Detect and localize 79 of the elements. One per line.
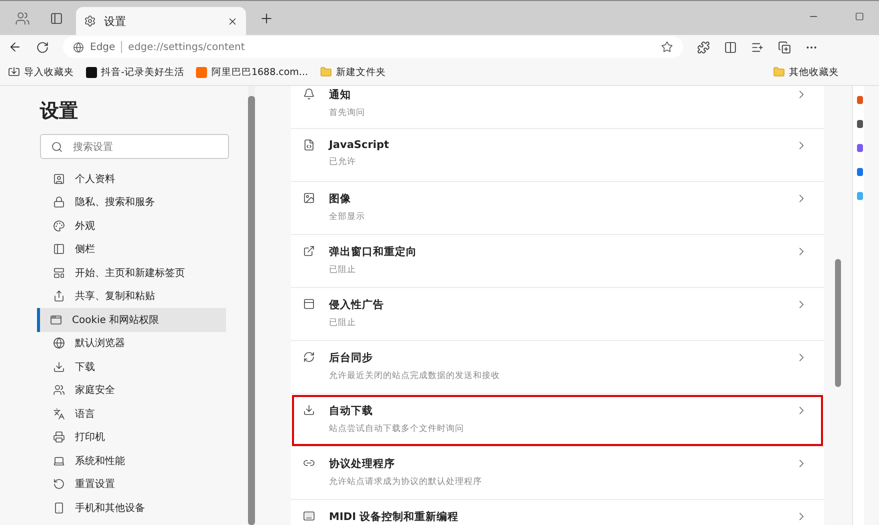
sidebar-item[interactable]: 默认浏览器 [40,332,229,355]
settings-heading: 设置 [40,99,79,124]
favorite-link[interactable]: 阿里巴巴1688.com... [211,66,308,78]
link-icon [303,457,315,469]
sync-icon [303,351,315,363]
phone-icon [53,502,65,514]
favorite-star-icon [661,41,673,53]
permission-row[interactable]: 图像 全部显示 [291,182,824,235]
laptop-icon [53,454,65,467]
lock-icon [53,196,65,208]
sidebar-item[interactable]: 个人资料 [40,167,229,190]
language-icon [53,408,65,420]
printer-icon [53,431,65,444]
window-icon [50,314,62,326]
favorites-icon [751,40,764,54]
sidebar-item[interactable]: 外观 [40,214,229,238]
globe-icon [53,337,65,350]
permission-row[interactable]: 后台同步 允许最近关闭的站点完成数据的发送和接收 [291,341,824,394]
code-file-icon [303,139,315,151]
url-text: edge://settings/content [128,42,246,52]
profile-icon [14,10,30,26]
split-screen-icon [724,40,737,54]
sidebar-item[interactable]: 侧栏 [40,238,229,261]
download-icon [53,360,65,373]
sidebar-item[interactable]: 开始、主页和新建标签页 [40,261,229,284]
people-icon [53,384,65,396]
sidebar-item[interactable]: 打印机 [40,426,229,449]
sidebar-item[interactable]: 系统和性能 [40,449,229,472]
search-icon [51,140,63,152]
maximize-icon [854,12,864,20]
scrollbar-thumb[interactable] [835,259,841,387]
collections-icon [778,40,791,54]
external-link-icon [303,245,315,257]
permission-row[interactable]: 自动下载 站点尝试自动下载多个文件时询问 [291,394,824,447]
reset-icon [53,478,65,490]
panel-icon [53,243,65,256]
permission-row[interactable]: 弹出窗口和重定向 已阻止 [291,235,824,288]
profile-icon [53,172,65,185]
extensions-icon [697,40,710,54]
permission-row[interactable]: JavaScript 已允许 [291,129,824,182]
back-icon [8,40,22,54]
palette-icon [53,220,65,232]
permission-row[interactable]: 协议处理程序 允许站点请求成为协议的默认处理程序 [291,447,824,500]
keyboard-icon [303,510,315,522]
share-icon [53,290,65,302]
search-field[interactable]: 搜索设置 [40,134,229,159]
sidebar-item[interactable]: 手机和其他设备 [40,496,229,520]
scrollbar-thumb[interactable] [248,96,255,525]
permission-row[interactable]: MIDI 设备控制和重新编程 [291,500,824,525]
new-tab-icon [258,10,274,26]
download-icon [303,404,315,416]
site-label: Edge [90,42,116,52]
import-icon [8,66,20,78]
sidebar-item[interactable]: 家庭安全 [40,378,229,402]
layout-icon [53,266,65,279]
tab-actions-icon [50,12,62,24]
favorite-link[interactable]: 新建文件夹 [336,66,386,78]
favorite-folder[interactable]: 其他收藏夹 [789,66,839,78]
address-bar[interactable]: Edge edge://settings/content [63,36,683,58]
sidebar-item[interactable]: 共享、复制和粘贴 [40,284,229,308]
settings-icon [84,15,96,27]
sidebar-item[interactable]: 下载 [40,355,229,378]
close-icon [227,16,238,26]
folder-icon [773,66,785,78]
window-icon [303,298,315,310]
tab-title: 设置 [104,14,127,28]
sidebar-item[interactable]: 隐私、搜索和服务 [40,190,229,214]
image-icon [303,192,315,204]
sidebar-item[interactable]: 语言 [40,402,229,426]
browser-tab[interactable]: 设置 [76,7,246,35]
bell-icon [303,88,315,100]
folder-icon [320,66,332,78]
sidebar-item[interactable]: Cookie 和网站权限 [37,308,226,332]
permission-row[interactable]: 通知 首先询问 [291,86,824,129]
favorite-link[interactable]: 导入收藏夹 [24,66,74,78]
sidebar-item[interactable]: 重置设置 [40,472,229,496]
permission-row[interactable]: 侵入性广告 已阻止 [291,288,824,341]
refresh-icon [36,40,49,54]
favorite-link[interactable]: 抖音-记录美好生活 [101,66,184,78]
